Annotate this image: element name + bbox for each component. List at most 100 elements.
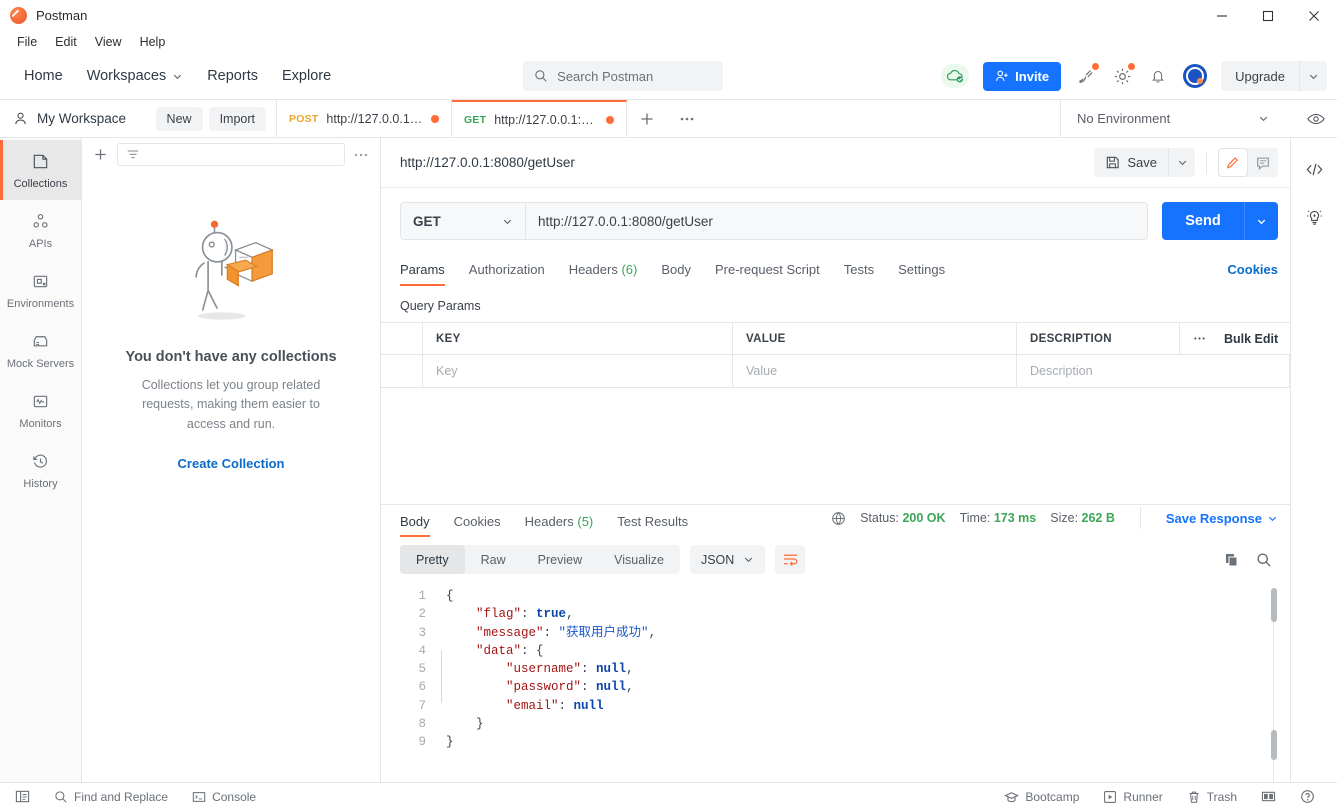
app-header: Home Workspaces Reports Explore Search P… (0, 53, 1337, 100)
request-tab-get[interactable]: GET http://127.0.0.1:80... (452, 99, 627, 138)
save-options-caret[interactable] (1168, 148, 1195, 177)
wrap-lines-icon[interactable] (775, 545, 806, 574)
cloud-check-icon[interactable] (941, 64, 970, 88)
tabs-more-icon[interactable] (667, 100, 707, 138)
status-bar: Find and Replace Console Bootcamp Runner… (0, 782, 1337, 810)
runner-label: Runner (1123, 789, 1163, 804)
menu-file[interactable]: File (8, 33, 46, 51)
minimize-icon[interactable] (1199, 0, 1245, 31)
new-button[interactable]: New (155, 106, 203, 131)
code-scroll-thumb-top[interactable] (1271, 588, 1277, 622)
bootcamp-button[interactable]: Bootcamp (999, 786, 1091, 808)
menu-view[interactable]: View (86, 33, 131, 51)
row-description-input[interactable]: Description (1017, 355, 1290, 387)
close-icon[interactable] (1291, 0, 1337, 31)
tab-authorization[interactable]: Authorization (457, 262, 557, 286)
table-row[interactable]: Key Value Description (381, 355, 1290, 387)
gear-icon[interactable] (1111, 63, 1136, 87)
row-checkbox[interactable] (381, 355, 423, 387)
tab-settings[interactable]: Settings (886, 262, 957, 286)
send-options-caret[interactable] (1244, 202, 1278, 240)
menu-help[interactable]: Help (131, 33, 175, 51)
trash-button[interactable]: Trash (1175, 786, 1249, 808)
new-tab-button[interactable] (627, 100, 667, 138)
sidebar-item-collections[interactable]: Collections (0, 140, 81, 200)
search-icon[interactable] (1256, 552, 1272, 568)
http-method-select[interactable]: GET (400, 202, 525, 240)
code-line: "flag": true, (446, 605, 1290, 623)
code-snippet-icon[interactable] (1305, 160, 1324, 179)
save-button[interactable]: Save (1094, 148, 1168, 177)
console-button[interactable]: Console (180, 786, 268, 808)
pill-pretty[interactable]: Pretty (400, 545, 465, 574)
bell-icon[interactable] (1147, 65, 1169, 87)
code-token: "username" (506, 662, 582, 677)
environment-select[interactable]: No Environment (1077, 111, 1277, 126)
comment-icon[interactable] (1248, 148, 1278, 177)
menu-edit[interactable]: Edit (46, 33, 86, 51)
tab-headers[interactable]: Headers (6) (557, 262, 650, 286)
create-collection-link[interactable]: Create Collection (178, 456, 285, 471)
import-button[interactable]: Import (208, 106, 266, 131)
url-input[interactable]: http://127.0.0.1:8080/getUser (525, 202, 1148, 240)
maximize-icon[interactable] (1245, 0, 1291, 31)
eye-icon[interactable] (1307, 112, 1337, 126)
tab-body[interactable]: Body (649, 262, 703, 286)
sidebar-item-history[interactable]: History (0, 440, 81, 500)
row-value-input[interactable]: Value (733, 355, 1017, 387)
collections-filter-input[interactable] (117, 143, 345, 166)
table-options-icon[interactable] (1180, 323, 1218, 354)
sidebar-item-environments[interactable]: Environments (0, 260, 81, 320)
cookies-link[interactable]: Cookies (1227, 262, 1278, 286)
add-collection-button[interactable] (91, 147, 109, 162)
code-token: : (543, 625, 559, 640)
sidebar-item-apis[interactable]: APIs (0, 200, 81, 260)
code-token: "获取用户成功" (558, 625, 649, 640)
pill-visualize[interactable]: Visualize (598, 545, 680, 574)
upgrade-caret-icon[interactable] (1299, 61, 1327, 91)
sidebar-toggle-icon[interactable] (10, 786, 42, 808)
workspace-name[interactable]: My Workspace (37, 111, 126, 126)
header-description: DESCRIPTION (1017, 323, 1180, 354)
lightbulb-icon[interactable] (1305, 207, 1324, 226)
send-button[interactable]: Send (1162, 202, 1244, 240)
satellite-icon[interactable] (1075, 63, 1100, 87)
copy-icon[interactable] (1224, 552, 1240, 568)
runner-button[interactable]: Runner (1091, 786, 1174, 808)
collections-more-icon[interactable] (353, 152, 371, 158)
code-scroll-thumb-bottom[interactable] (1271, 730, 1277, 760)
response-body-code[interactable]: 1 2 3 4 5 6 7 8 9 { "flag": true, "messa… (381, 582, 1290, 782)
nav-home[interactable]: Home (12, 62, 75, 90)
edit-pencil-icon[interactable] (1218, 148, 1248, 177)
response-tab-body[interactable]: Body (400, 514, 442, 537)
row-key-input[interactable]: Key (423, 355, 733, 387)
tab-tests[interactable]: Tests (832, 262, 886, 286)
response-tab-headers[interactable]: Headers (5) (513, 514, 606, 537)
response-format-select[interactable]: JSON (689, 545, 766, 574)
bulk-edit-button[interactable]: Bulk Edit (1218, 323, 1290, 354)
sidebar-item-monitors[interactable]: Monitors (0, 380, 81, 440)
response-tab-cookies[interactable]: Cookies (442, 514, 513, 537)
pill-raw[interactable]: Raw (465, 545, 522, 574)
tab-pre-request-script[interactable]: Pre-request Script (703, 262, 832, 286)
layout-icon[interactable] (1249, 786, 1288, 808)
tab-label: Body (400, 514, 430, 529)
response-tab-test-results[interactable]: Test Results (605, 514, 700, 537)
sidebar-item-mock-servers[interactable]: Mock Servers (0, 320, 81, 380)
nav-reports[interactable]: Reports (195, 62, 270, 90)
avatar[interactable] (1183, 64, 1208, 88)
sidebar-item-label: APIs (28, 237, 53, 250)
response-format-value: JSON (700, 552, 735, 567)
nav-workspaces[interactable]: Workspaces (75, 62, 196, 90)
help-icon[interactable] (1288, 786, 1327, 808)
tab-params[interactable]: Params (400, 262, 457, 286)
pill-preview[interactable]: Preview (522, 545, 598, 574)
nav-explore[interactable]: Explore (270, 62, 343, 90)
request-tab-post[interactable]: POST http://127.0.0.1:8... (277, 99, 452, 138)
upgrade-button[interactable]: Upgrade (1221, 61, 1299, 91)
search-input[interactable]: Search Postman (523, 61, 724, 91)
invite-button[interactable]: Invite (983, 61, 1062, 91)
find-and-replace-button[interactable]: Find and Replace (42, 786, 180, 808)
save-response-button[interactable]: Save Response (1166, 511, 1278, 526)
